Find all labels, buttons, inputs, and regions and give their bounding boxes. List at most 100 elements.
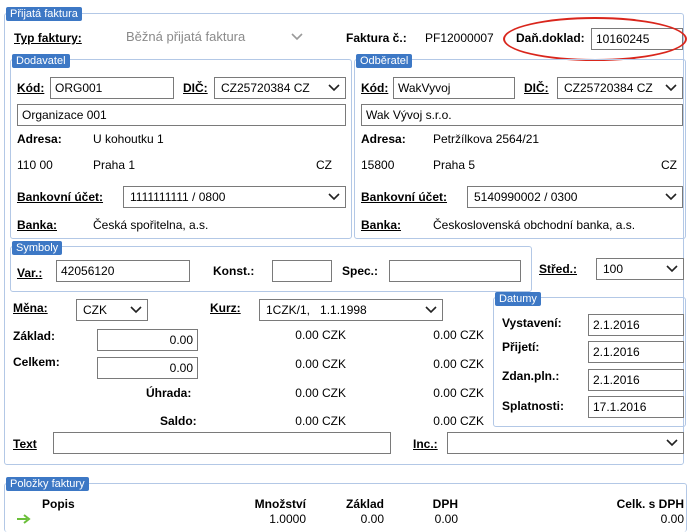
currency-value: CZK [83,303,107,317]
customer-dic-value: CZ25720384 CZ [564,81,653,95]
customer-title: Odběratel [356,54,413,68]
supplier-name-input[interactable]: Organizace 001 [17,104,346,126]
chevron-down-icon [665,84,677,92]
receipt-date-label: Přijetí: [502,340,540,354]
customer-bank-account-select[interactable]: 5140990002 / 0300 [467,186,683,208]
supplier-bank-label: Banka: [17,218,58,232]
supplier-bank-value: Česká spořitelna, a.s. [93,218,209,232]
chevron-down-icon [130,306,142,314]
var-symbol-input[interactable]: 42056120 [56,260,190,282]
supplier-zip: 110 00 [17,158,53,172]
invoice-type-select[interactable]: Běžná přijatá faktura [120,27,310,49]
supplier-code-input[interactable]: ORG001 [50,77,174,99]
customer-bank-value: Československá obchodní banka, a.s. [433,218,636,232]
inc-select[interactable] [447,432,684,454]
amount-col1-payment: 0.00 CZK [295,386,346,400]
chevron-down-icon [291,33,303,41]
chevron-down-icon [328,193,340,201]
amount-col1-balance: 0.00 CZK [295,414,346,428]
symbols-title: Symboly [12,241,63,255]
customer-code-label: Kód: [361,81,389,95]
text-label: Text [13,437,37,451]
total-input[interactable]: 0.00 [97,357,198,379]
supplier-street: U kohoutku 1 [93,132,164,146]
supplier-bank-account-value: 1111111111 / 0800 [130,190,226,204]
customer-dic-select[interactable]: CZ25720384 CZ [557,77,683,99]
supplier-dic-value: CZ25720384 CZ [221,81,310,95]
invoice-number-label: Faktura č.: [346,31,407,45]
supplier-dic-label: DIČ: [183,81,208,95]
item-total: 0.00 [660,512,684,526]
spec-symbol-input[interactable] [389,260,521,282]
center-value: 100 [603,262,624,276]
chevron-down-icon [328,84,340,92]
amount-col2-balance: 0.00 CZK [433,414,484,428]
taxable-date-input[interactable]: 2.1.2016 [588,369,684,391]
chevron-down-icon [665,193,677,201]
item-quantity: 1.0000 [269,512,306,526]
items-header-total: Celk. s DPH [616,497,684,511]
receipt-date-input[interactable]: 2.1.2016 [588,341,684,363]
supplier-city: Praha 1 [93,158,136,172]
items-header-vat: DPH [432,497,458,511]
due-date-input[interactable]: 17.1.2016 [588,396,684,418]
customer-address-label: Adresa: [361,132,406,146]
invoice-type-value: Běžná přijatá faktura [126,29,246,44]
form-title: Přijatá faktura [6,7,82,21]
customer-city: Praha 5 [433,158,476,172]
inc-label: Inc.: [413,437,438,451]
amount-col2-total: 0.00 CZK [433,357,484,371]
customer-code-input[interactable]: WakVyvoj [393,77,515,99]
items-header-base: Základ [345,497,384,511]
rate-select[interactable]: 1CZK/1, 1.1.1998 [259,299,443,321]
customer-bank-account-value: 5140990002 / 0300 [474,190,578,204]
issue-date-label: Vystavení: [502,316,562,330]
center-select[interactable]: 100 [596,258,684,280]
currency-select[interactable]: CZK [76,299,148,321]
payment-label: Úhrada: [146,386,192,400]
item-vat: 0.00 [434,512,458,526]
highlight-circle [503,17,687,61]
customer-zip: 15800 [361,158,395,172]
amount-col2-payment: 0.00 CZK [433,386,484,400]
chevron-down-icon [666,265,678,273]
customer-name-input[interactable]: Wak Vývoj s.r.o. [361,104,683,126]
rate-value: 1CZK/1, 1.1.1998 [266,303,367,317]
customer-country: CZ [661,158,677,172]
konst-symbol-input[interactable] [272,260,332,282]
customer-street: Petržílkova 2564/21 [433,132,540,146]
customer-dic-label: DIČ: [524,81,549,95]
center-label: Střed.: [539,262,578,276]
chevron-down-icon [425,306,437,314]
items-title: Položky faktury [6,477,89,491]
supplier-bank-account-select[interactable]: 1111111111 / 0800 [123,186,346,208]
var-symbol-label: Var.: [17,266,43,280]
supplier-code-label: Kód: [17,81,45,95]
supplier-bank-account-label: Bankovní účet: [17,190,104,204]
row-arrow-icon[interactable] [16,513,32,525]
issue-date-input[interactable]: 2.1.2016 [588,314,684,336]
supplier-dic-select[interactable]: CZ25720384 CZ [214,77,346,99]
amount-col2-base: 0.00 CZK [433,328,484,342]
items-header-quantity: Množství [254,497,306,511]
taxable-date-label: Zdan.pln.: [502,369,560,383]
customer-bank-label: Banka: [361,218,402,232]
currency-label: Měna: [13,301,48,315]
customer-bank-account-label: Bankovní účet: [361,190,448,204]
supplier-address-label: Adresa: [17,132,62,146]
dates-title: Datumy [495,292,541,306]
spec-symbol-label: Spec.: [342,264,379,278]
rate-label: Kurz: [210,301,241,315]
items-header-description: Popis [42,497,75,511]
amount-col1-total: 0.00 CZK [295,357,346,371]
base-label: Základ: [13,329,56,343]
chevron-down-icon [666,439,678,447]
supplier-country: CZ [316,158,332,172]
amount-col1-base: 0.00 CZK [295,328,346,342]
base-input[interactable]: 0.00 [97,329,198,351]
invoice-number-value: PF12000007 [425,31,494,45]
balance-label: Saldo: [160,414,197,428]
supplier-title: Dodavatel [12,54,70,68]
invoice-type-label: Typ faktury: [14,31,82,45]
text-input[interactable] [53,432,391,454]
